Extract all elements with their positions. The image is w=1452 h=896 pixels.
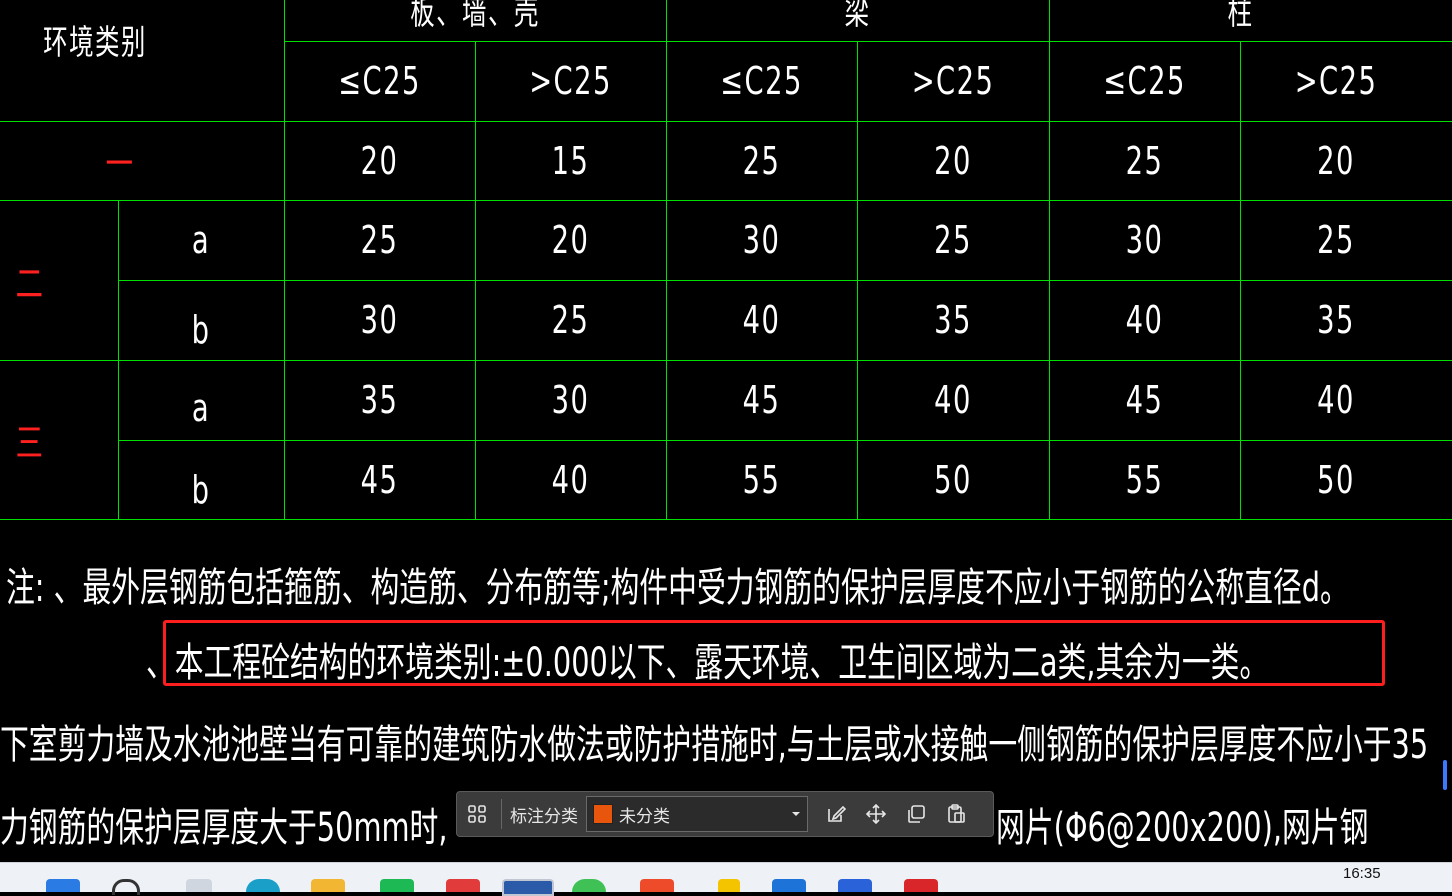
app-icon[interactable] bbox=[718, 879, 740, 892]
grid-line bbox=[857, 41, 858, 519]
table-cell: 30 bbox=[742, 218, 781, 262]
grid-icon[interactable] bbox=[457, 794, 497, 834]
table-cell: 45 bbox=[360, 457, 399, 502]
edit-icon[interactable] bbox=[816, 794, 856, 834]
scrollbar-thumb[interactable] bbox=[1443, 760, 1447, 790]
table-cell: 25 bbox=[1125, 138, 1164, 183]
group-header-slab-wall-shell: 板、墙、壳 bbox=[410, 0, 540, 33]
group-header-column: 柱 bbox=[1227, 0, 1254, 33]
chevron-down-icon bbox=[791, 804, 801, 824]
app-icon[interactable] bbox=[572, 879, 606, 892]
table-cell: 55 bbox=[742, 457, 781, 502]
table-cell: 35 bbox=[934, 298, 972, 342]
app-icon[interactable] bbox=[772, 879, 806, 892]
highlight-box bbox=[163, 620, 1385, 686]
group-header-beam: 梁 bbox=[844, 0, 871, 33]
table-cell: 40 bbox=[742, 298, 781, 342]
category-select[interactable]: 未分类 bbox=[586, 796, 808, 832]
table-cell: 35 bbox=[1317, 298, 1355, 342]
toolbar-divider bbox=[501, 799, 502, 829]
cad-drawing-canvas[interactable]: 环境类别 板、墙、壳 梁 柱 ≤C25 >C25 ≤C25 >C25 ≤C25 … bbox=[0, 0, 1452, 862]
app-icon[interactable] bbox=[640, 879, 674, 892]
grade-header: >C25 bbox=[1294, 59, 1378, 103]
grid-line bbox=[118, 200, 119, 519]
app-icon[interactable] bbox=[186, 879, 212, 892]
table-cell: 25 bbox=[934, 218, 972, 262]
table-cell: 40 bbox=[551, 457, 590, 502]
grade-header: ≤C25 bbox=[338, 59, 421, 103]
grid-line bbox=[284, 0, 285, 519]
subcategory-label: a bbox=[191, 218, 211, 262]
app-icon[interactable] bbox=[904, 879, 938, 892]
table-cell: 35 bbox=[360, 378, 399, 422]
subcategory-label: a bbox=[191, 386, 211, 430]
copy-icon[interactable] bbox=[896, 794, 936, 834]
table-cell: 20 bbox=[1317, 138, 1355, 183]
table-cell: 40 bbox=[934, 378, 972, 422]
folder-icon[interactable] bbox=[311, 879, 345, 892]
category-label-1: 一 bbox=[105, 142, 135, 186]
subcategory-label: b bbox=[191, 308, 211, 352]
annotation-toolbar: 标注分类 未分类 bbox=[456, 791, 994, 837]
grid-line bbox=[666, 0, 667, 519]
table-cell: 30 bbox=[360, 298, 399, 342]
note-line-3: 下室剪力墙及水池池壁当有可靠的建筑防水做法或防护措施时,与土层或水接触一侧钢筋的… bbox=[0, 722, 1429, 768]
app-icon[interactable] bbox=[380, 879, 414, 892]
grade-header: >C25 bbox=[911, 59, 995, 103]
app-icon[interactable] bbox=[502, 879, 554, 896]
note-line-1: 注: 、最外层钢筋包括箍筋、构造筋、分布筋等;构件中受力钢筋的保护层厚度不应小于… bbox=[6, 565, 1349, 611]
table-cell: 50 bbox=[934, 457, 972, 502]
grid-line bbox=[1240, 41, 1241, 519]
table-cell: 55 bbox=[1125, 457, 1164, 502]
grid-line bbox=[475, 41, 476, 519]
move-icon[interactable] bbox=[856, 794, 896, 834]
table-cell: 25 bbox=[1317, 218, 1355, 262]
table-cell: 20 bbox=[360, 138, 399, 183]
corner-label: 环境类别 bbox=[43, 22, 147, 63]
table-cell: 20 bbox=[551, 218, 590, 262]
table-cell: 20 bbox=[934, 138, 972, 183]
note-line-4-right: 网片(Φ6@200x200),网片钢 bbox=[996, 805, 1369, 851]
app-icon[interactable] bbox=[446, 879, 480, 892]
annotation-category-label: 标注分类 bbox=[510, 806, 578, 827]
color-swatch bbox=[593, 804, 613, 824]
grid-line bbox=[1049, 0, 1050, 519]
table-cell: 40 bbox=[1317, 378, 1355, 422]
grade-header: >C25 bbox=[529, 59, 612, 103]
table-cell: 30 bbox=[1125, 218, 1164, 262]
grade-header: ≤C25 bbox=[720, 59, 803, 103]
table-cell: 15 bbox=[551, 138, 590, 183]
table-cell: 40 bbox=[1125, 298, 1164, 342]
table-cell: 25 bbox=[551, 298, 590, 342]
table-cell: 25 bbox=[742, 138, 781, 183]
taskbar: 16:35 bbox=[0, 862, 1452, 896]
table-cell: 45 bbox=[742, 378, 781, 422]
note-line-4-left: 力钢筋的保护层厚度大于50mm时, bbox=[0, 805, 448, 851]
category-select-value: 未分类 bbox=[619, 806, 670, 827]
table-cell: 50 bbox=[1317, 457, 1355, 502]
table-cell: 25 bbox=[360, 218, 399, 262]
grade-header: ≤C25 bbox=[1103, 59, 1186, 103]
table-cell: 30 bbox=[551, 378, 590, 422]
subcategory-label: b bbox=[191, 468, 211, 512]
table-cell: 45 bbox=[1125, 378, 1164, 422]
category-label-3: 三 bbox=[15, 421, 45, 465]
app-icon[interactable] bbox=[838, 879, 872, 892]
search-icon[interactable] bbox=[112, 879, 140, 895]
start-icon[interactable] bbox=[46, 879, 80, 892]
clock[interactable]: 16:35 bbox=[1343, 865, 1381, 882]
category-label-2: 二 bbox=[15, 261, 45, 306]
paste-icon[interactable] bbox=[936, 794, 976, 834]
edge-icon[interactable] bbox=[246, 879, 280, 892]
